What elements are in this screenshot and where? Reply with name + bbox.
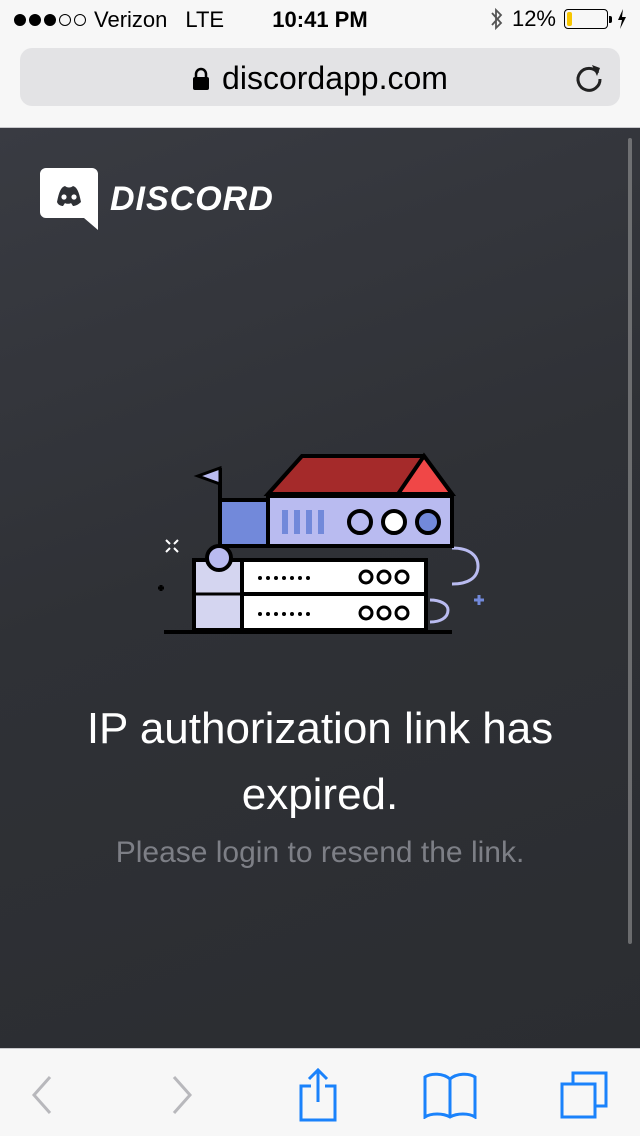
- bluetooth-icon: [491, 7, 503, 31]
- back-chevron-icon: [31, 1076, 52, 1114]
- safari-toolbar: [0, 1048, 640, 1136]
- error-subtext: Please login to resend the link.: [115, 836, 525, 869]
- scroll-indicator: [628, 138, 632, 944]
- forward-button[interactable]: [154, 1067, 210, 1123]
- brand-wordmark: DISCORD: [110, 179, 274, 218]
- discord-logo[interactable]: DISCORD: [40, 168, 274, 230]
- battery-level: [567, 12, 572, 26]
- address-bar[interactable]: discordapp.com: [20, 48, 620, 106]
- web-page: DISCORD IP authorization link has expire…: [0, 128, 640, 1048]
- forward-chevron-icon: [172, 1076, 193, 1114]
- bookmarks-button[interactable]: [422, 1067, 478, 1123]
- tabs-button[interactable]: [556, 1067, 612, 1123]
- share-icon: [299, 1068, 337, 1122]
- reload-icon[interactable]: [572, 60, 606, 94]
- share-button[interactable]: [290, 1067, 346, 1123]
- tabs-icon: [560, 1071, 608, 1119]
- lock-icon: [193, 67, 210, 90]
- back-button[interactable]: [14, 1067, 70, 1123]
- url-text: discordapp.com: [222, 60, 448, 96]
- error-headline: IP authorization link has expired.: [86, 704, 554, 819]
- safari-address-area: discordapp.com: [0, 40, 640, 128]
- status-right: 12%: [490, 6, 628, 32]
- battery-icon: [564, 9, 612, 29]
- discord-logo-icon: [40, 168, 98, 230]
- server-house-illustration: [158, 452, 484, 634]
- bookmarks-icon: [423, 1072, 477, 1119]
- charging-bolt-icon: [618, 9, 626, 29]
- url-display[interactable]: discordapp.com: [20, 60, 620, 97]
- status-bar: Verizon LTE 10:41 PM 12%: [0, 0, 640, 40]
- battery-percent: 12%: [511, 6, 556, 31]
